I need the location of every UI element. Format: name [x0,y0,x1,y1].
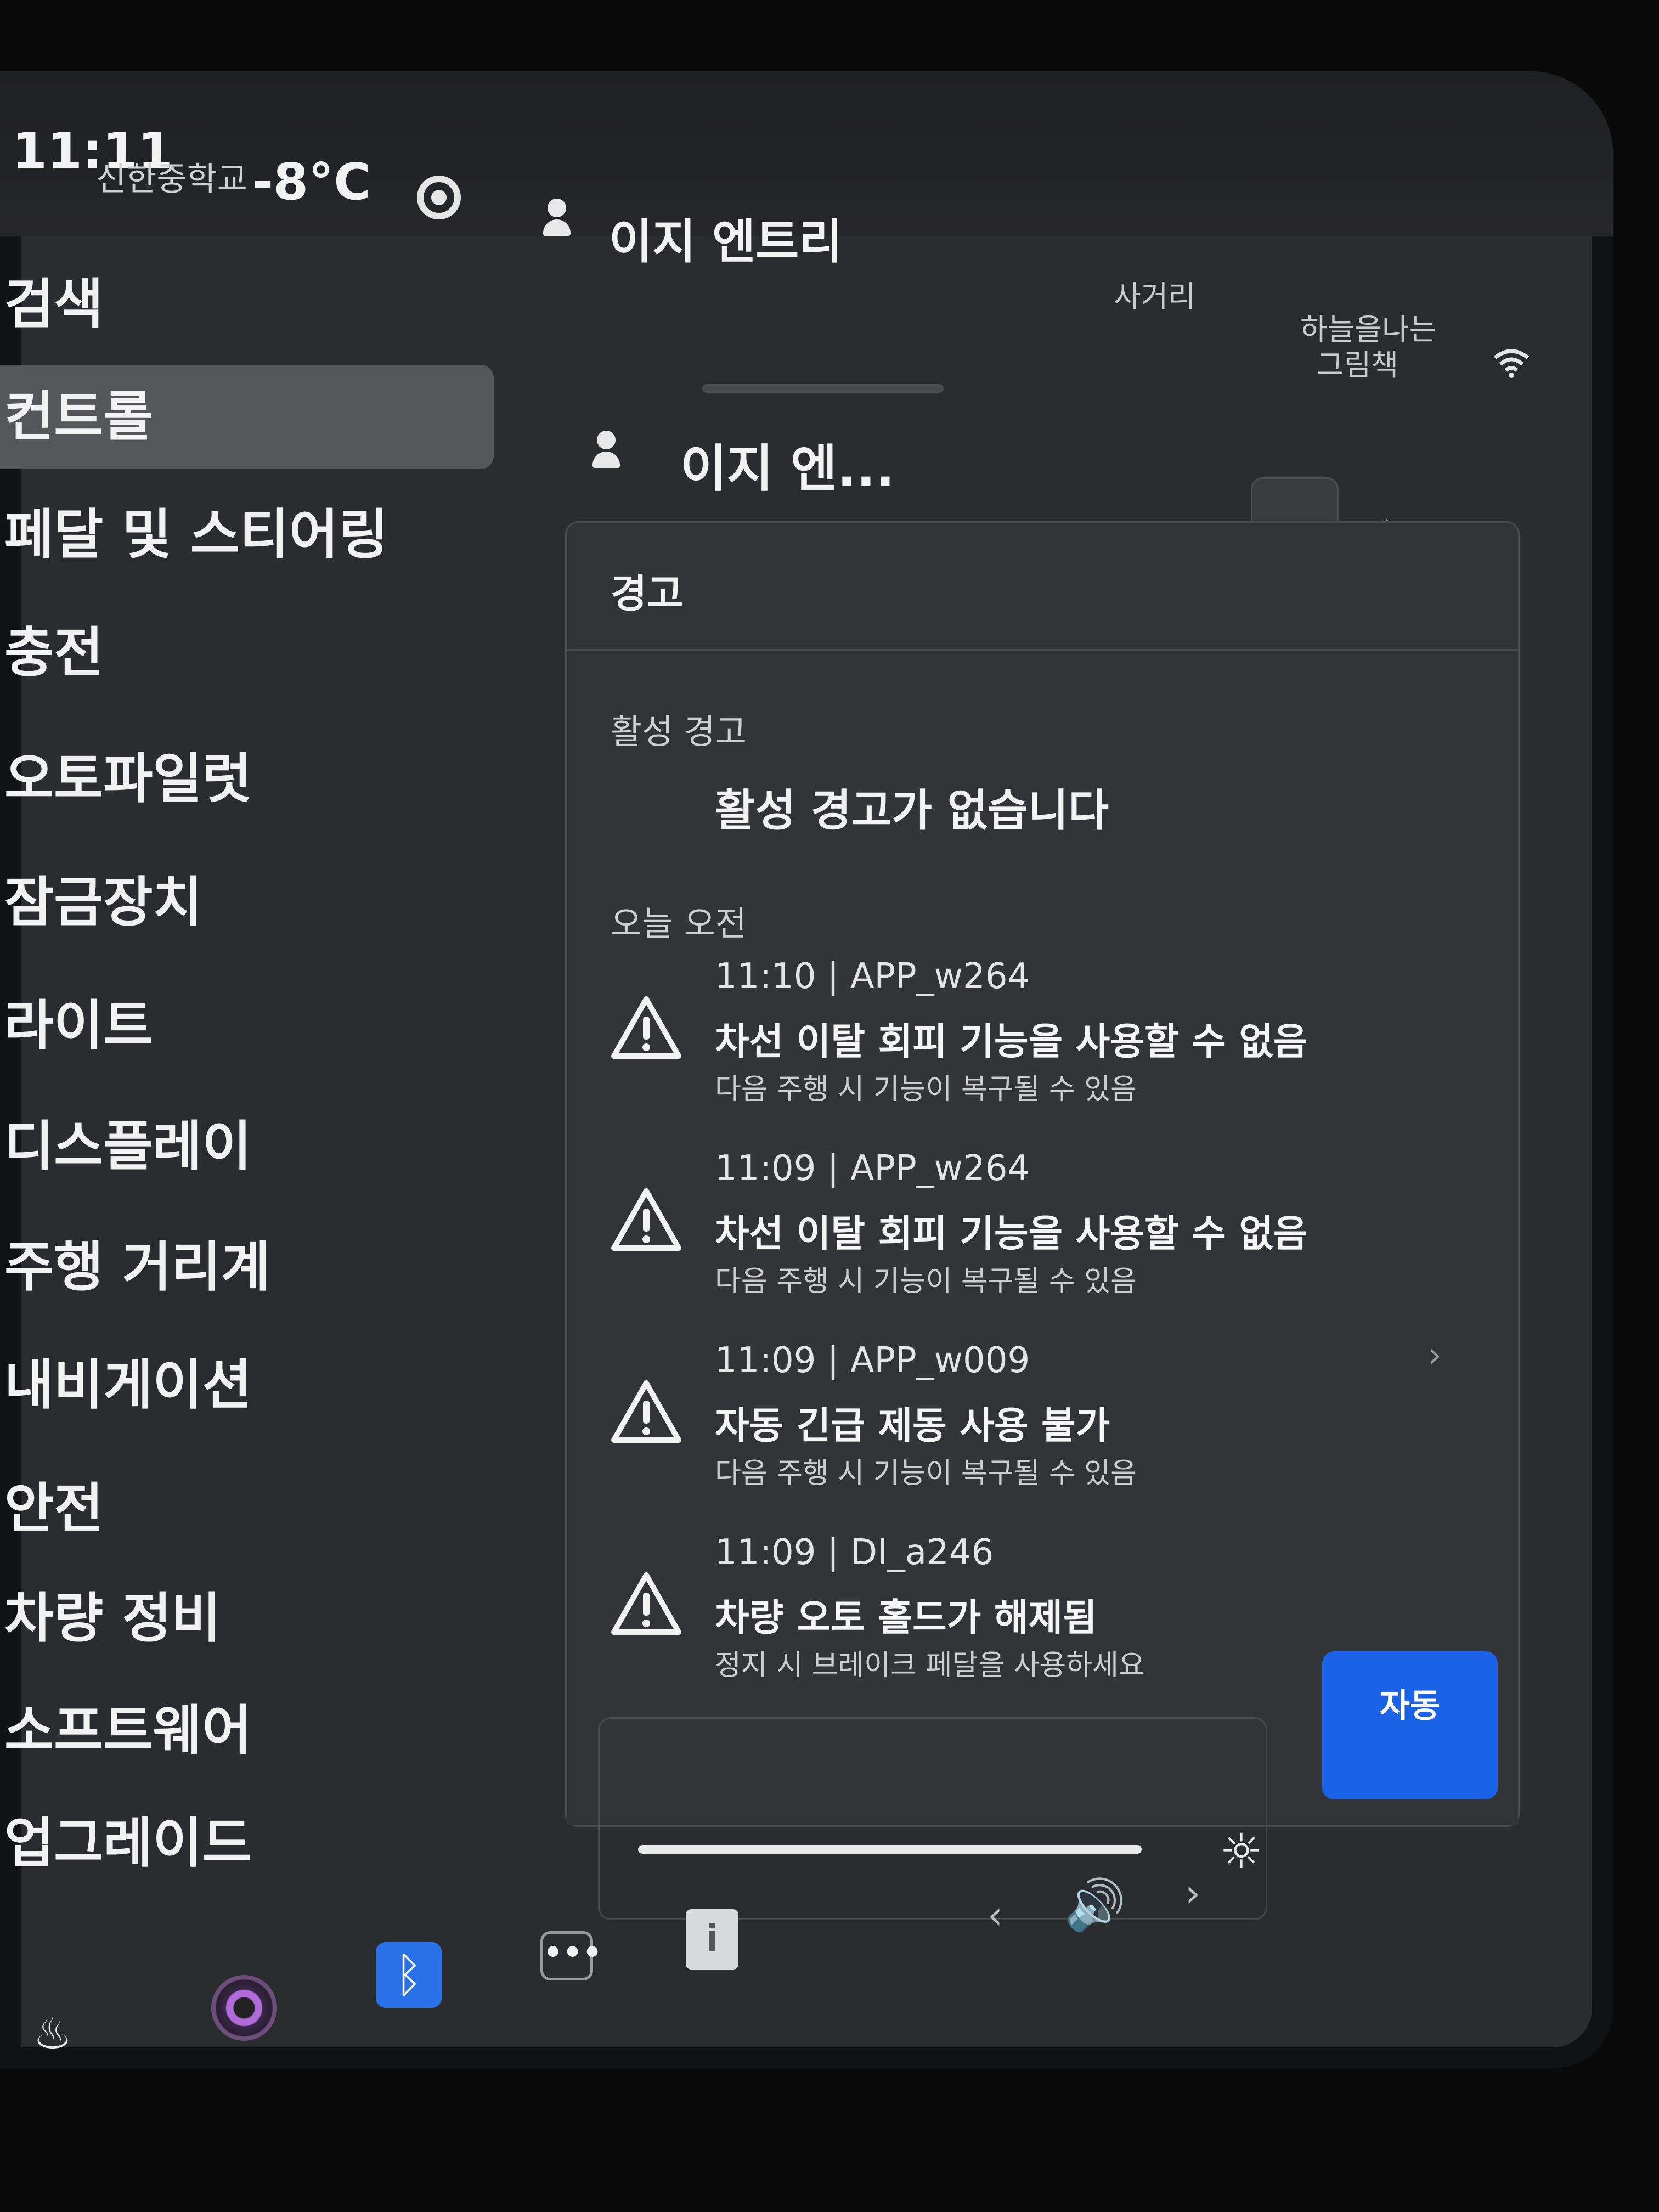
car-display: 11:11 신한중학교 -8°C 이지 엔트리 사거리 하늘을나는 그림책 검색… [0,71,1613,2068]
warning-icon [611,996,681,1059]
alert-meta: 11:09 | APP_w264 [715,1148,1030,1189]
more-icon[interactable]: ••• [540,1931,602,1980]
map-label-poi-line2: 그림책 [1317,348,1399,382]
alert-item[interactable]: 11:09 | APP_w009 자동 긴급 제동 사용 불가 다음 주행 시 … [611,1340,1466,1521]
status-bar: 11:11 신한중학교 -8°C 이지 엔트리 사거리 하늘을나는 그림책 [0,71,1613,382]
profile-icon [543,199,571,237]
sidebar-item-upgrades[interactable]: 업그레이드 [0,1791,494,1895]
sidebar-item-trips[interactable]: 주행 거리계 [0,1215,494,1319]
divider [567,649,1518,651]
sentry-mode-icon[interactable] [417,176,461,219]
today-morning-heading: 오늘 오전 [611,904,747,944]
active-alerts-heading: 활성 경고 [611,712,747,752]
warning-icon [611,1572,681,1635]
alert-item[interactable]: 11:09 | APP_w264 차선 이탈 회피 기능을 사용할 수 없음 다… [611,1148,1466,1329]
no-active-alerts-message: 활성 경고가 없습니다 [715,785,1109,836]
alert-title: 차선 이탈 회피 기능을 사용할 수 없음 [715,1020,1308,1064]
driver-profile-button[interactable]: 이지 엔트리 [609,203,843,272]
brightness-slider[interactable] [638,1845,1142,1854]
profile-icon [592,431,620,469]
sidebar-item-software[interactable]: 소프트웨어 [0,1679,494,1783]
prev-arrow-icon[interactable]: ‹ [988,1893,1003,1938]
sidebar-item-pedals-steering[interactable]: 페달 및 스티어링 [0,483,494,587]
map-label-intersection: 사거리 [1114,279,1196,314]
map-label-poi-line1: 하늘을나는 [1300,312,1437,347]
defrost-icon[interactable]: ♨ [33,2008,72,2059]
sidebar-item-display[interactable]: 디스플레이 [0,1094,494,1199]
alert-meta: 11:10 | APP_w264 [715,956,1030,997]
auto-brightness-button[interactable]: 자동 [1322,1651,1498,1799]
brightness-sun-icon: ☼ [1220,1823,1263,1880]
panel-title: 경고 [611,571,684,617]
wifi-status-icon [1492,346,1531,379]
alert-title: 차선 이탈 회피 기능을 사용할 수 없음 [715,1212,1308,1256]
sidebar-item-navigation[interactable]: 내비게이션 [0,1333,494,1437]
alert-description: 다음 주행 시 기능이 복구될 수 있음 [715,1457,1137,1490]
alert-title: 차량 오토 홀드가 해제됨 [715,1596,1097,1640]
bottom-dock: ♨ ᛒ ••• i ‹ 🔊 › [0,1871,1613,2068]
alert-description: 정지 시 브레이크 페달을 사용하세요 [715,1649,1145,1682]
sidebar-item-search[interactable]: 검색 [0,252,494,357]
alerts-panel: 경고 활성 경고 활성 경고가 없습니다 오늘 오전 11:10 | APP_w… [565,521,1520,1827]
alert-title: 자동 긴급 제동 사용 불가 [715,1404,1110,1448]
current-location: 신한중학교 [96,160,247,199]
main-profile-name[interactable]: 이지 엔... [680,428,895,501]
alert-meta: 11:09 | APP_w009 [715,1340,1030,1381]
alert-meta: 11:09 | DI_a246 [715,1532,994,1573]
popup-drag-handle[interactable] [702,384,944,393]
sidebar-item-safety[interactable]: 안전 [0,1457,494,1561]
brightness-control: ☼ [598,1717,1267,1920]
sidebar-item-lights[interactable]: 라이트 [0,974,494,1078]
sidebar-item-controls[interactable]: 컨트롤 [0,365,494,469]
next-arrow-icon[interactable]: › [1185,1871,1200,1916]
bluetooth-icon[interactable]: ᛒ [376,1942,442,2008]
outside-temperature: -8°C [252,153,371,211]
volume-icon[interactable]: 🔊 [1064,1876,1126,1934]
camera-icon[interactable] [211,1975,277,2041]
alert-item[interactable]: 11:10 | APP_w264 차선 이탈 회피 기능을 사용할 수 없음 다… [611,956,1466,1137]
warning-icon [611,1380,681,1443]
manual-icon[interactable]: i [686,1909,738,1970]
chevron-right-icon[interactable]: › [1428,1335,1442,1375]
sidebar-item-charging[interactable]: 충전 [0,601,494,705]
sidebar-item-service[interactable]: 차량 정비 [0,1566,494,1671]
settings-sidebar: 검색 컨트롤 페달 및 스티어링 충전 오토파일럿 잠금장치 라이트 디스플레이… [0,252,505,2063]
alert-description: 다음 주행 시 기능이 복구될 수 있음 [715,1073,1137,1106]
warning-icon [611,1188,681,1251]
sidebar-item-autopilot[interactable]: 오토파일럿 [0,727,494,831]
alert-description: 다음 주행 시 기능이 복구될 수 있음 [715,1265,1137,1298]
sidebar-item-locks[interactable]: 잠금장치 [0,850,494,955]
